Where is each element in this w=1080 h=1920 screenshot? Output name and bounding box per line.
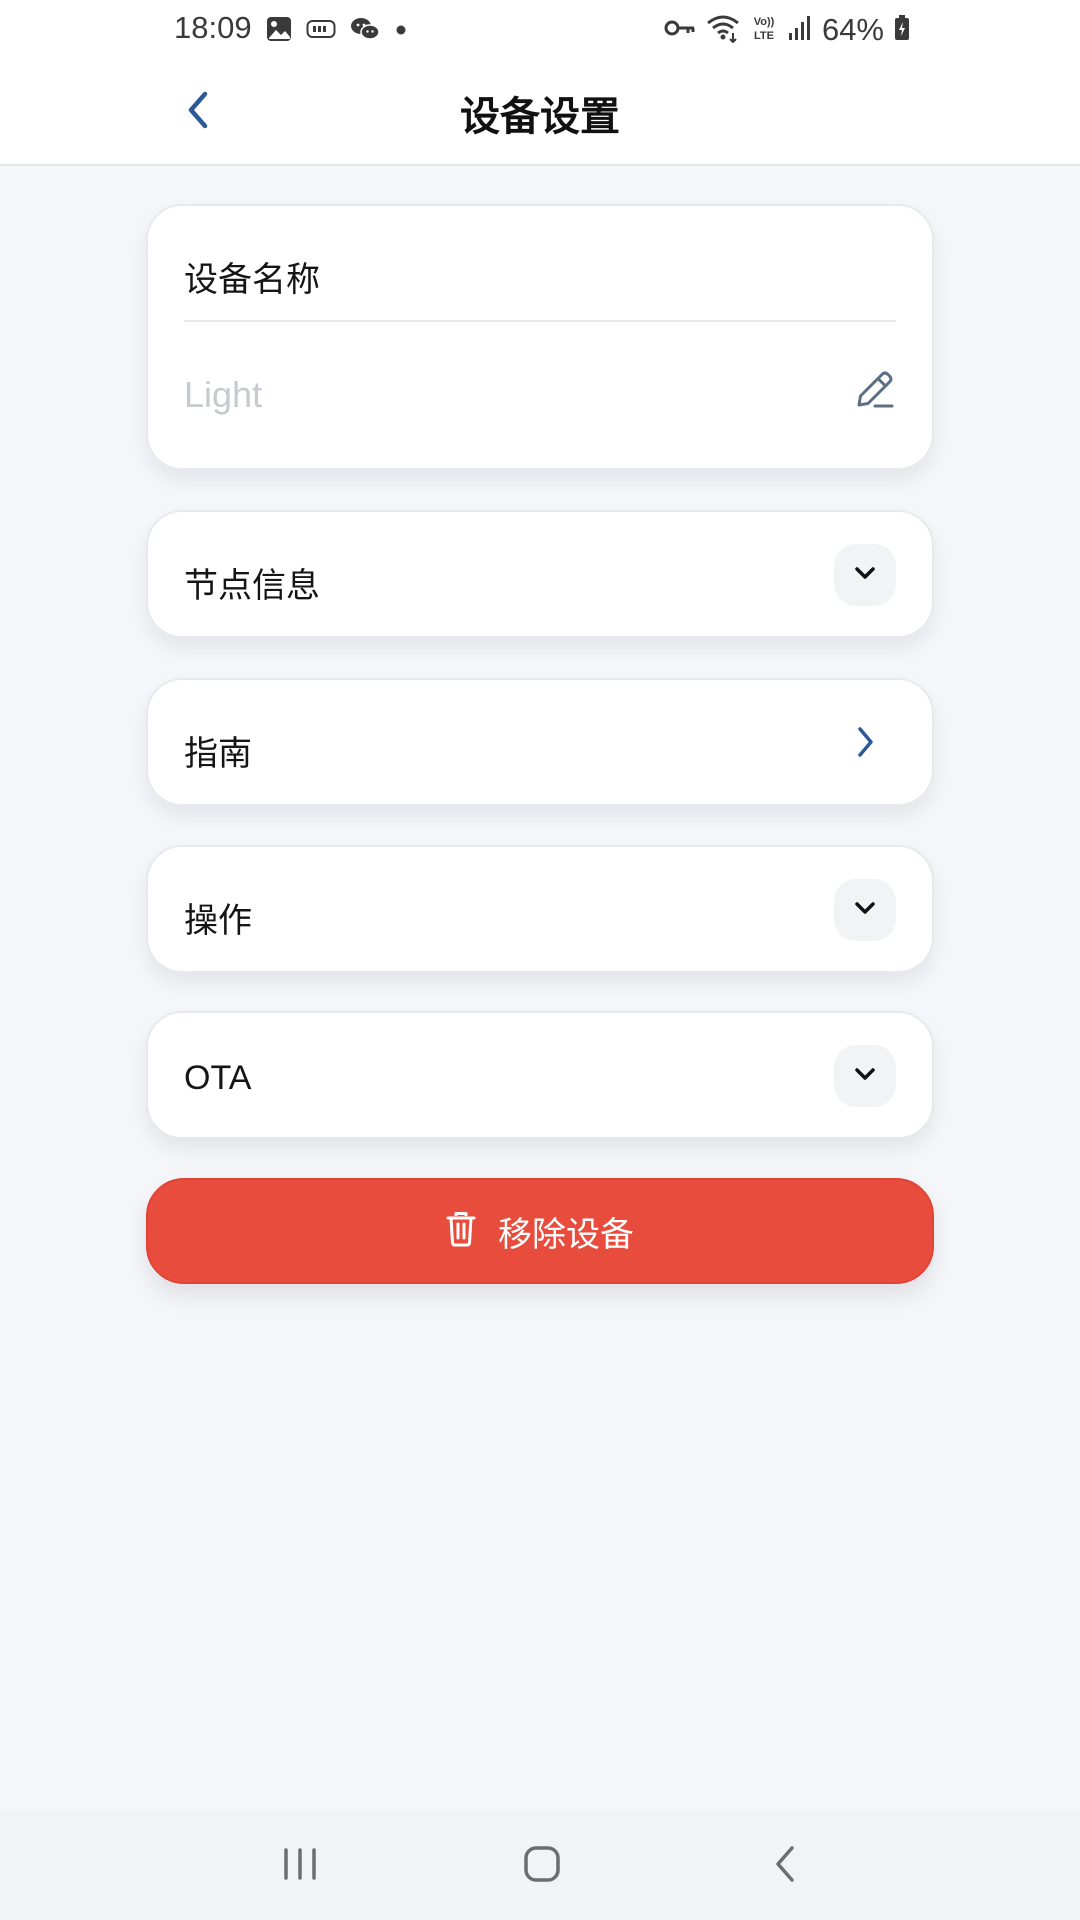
- battery-icon: [894, 15, 910, 45]
- system-back-button[interactable]: [746, 1834, 826, 1898]
- home-icon: [522, 1844, 562, 1888]
- ota-expand-button[interactable]: [834, 1045, 896, 1107]
- status-bar: 18:09 Vo)) LTE 64%: [0, 0, 1080, 60]
- operations-label: 操作: [184, 901, 252, 941]
- svg-text:LTE: LTE: [754, 30, 774, 42]
- dot-icon: [394, 22, 408, 41]
- chevron-right-icon: [856, 725, 876, 763]
- remove-device-label: 移除设备: [498, 1214, 634, 1255]
- tag-icon: [306, 19, 336, 43]
- gallery-icon: [266, 16, 292, 46]
- recent-apps-icon: [280, 1846, 320, 1886]
- guide-label: 指南: [184, 734, 252, 774]
- remove-device-button[interactable]: 移除设备: [146, 1178, 934, 1284]
- node-info-label: 节点信息: [184, 566, 320, 606]
- recent-apps-button[interactable]: [260, 1834, 340, 1898]
- status-time: 18:09: [174, 10, 252, 45]
- pencil-icon: [851, 367, 897, 417]
- guide-section[interactable]: 指南: [146, 678, 934, 806]
- ota-section[interactable]: OTA: [146, 1011, 934, 1139]
- home-button[interactable]: [502, 1834, 582, 1898]
- wifi-icon: [706, 13, 740, 47]
- status-system-icons: Vo)) LTE 64%: [664, 12, 910, 48]
- operations-expand-button[interactable]: [834, 879, 896, 941]
- wechat-icon: [350, 16, 380, 46]
- page-title: 设备设置: [460, 94, 620, 140]
- signal-icon: [788, 15, 812, 45]
- divider: [184, 320, 896, 322]
- chevron-down-icon: [853, 565, 877, 585]
- trash-icon: [446, 1211, 476, 1251]
- battery-percent: 64%: [821, 12, 884, 47]
- device-name-card: 设备名称: [146, 204, 934, 470]
- node-info-section[interactable]: 节点信息: [146, 510, 934, 638]
- edit-name-button[interactable]: [848, 366, 900, 418]
- guide-open-button[interactable]: [844, 718, 888, 770]
- app-header: 设备设置: [0, 60, 1080, 166]
- volte-icon: Vo)) LTE: [750, 13, 778, 47]
- node-info-expand-button[interactable]: [834, 544, 896, 606]
- device-name-input[interactable]: [184, 366, 784, 424]
- system-nav-bar: [0, 1812, 1080, 1920]
- device-name-label: 设备名称: [184, 260, 320, 300]
- chevron-down-icon: [853, 1066, 877, 1086]
- chevron-down-icon: [853, 900, 877, 920]
- status-notification-icons: [266, 14, 408, 48]
- operations-section[interactable]: 操作: [146, 845, 934, 973]
- key-icon: [664, 18, 696, 42]
- ota-label: OTA: [184, 1059, 252, 1097]
- svg-text:Vo)): Vo)): [754, 16, 775, 28]
- back-icon: [772, 1844, 800, 1888]
